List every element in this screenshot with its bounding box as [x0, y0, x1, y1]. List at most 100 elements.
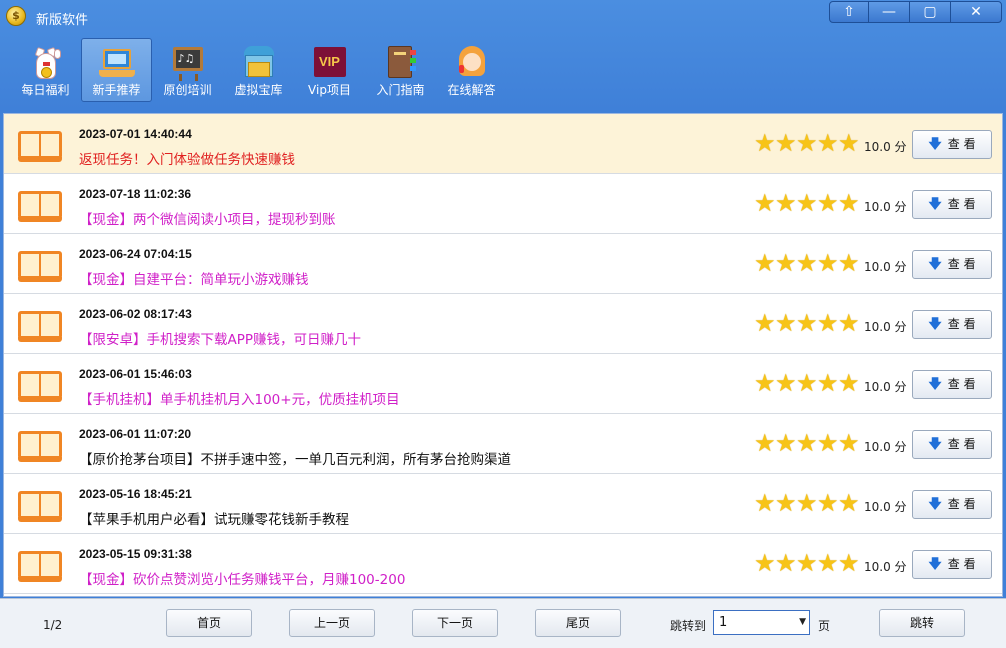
- item-score: 10.0 分: [864, 200, 907, 214]
- star-icon: ★: [838, 249, 860, 277]
- star-icon: ★: [775, 129, 797, 157]
- view-button[interactable]: 🡇 查 看: [912, 250, 992, 279]
- view-button-label: 查 看: [947, 317, 976, 331]
- download-arrow-icon: 🡇: [928, 377, 942, 392]
- view-button[interactable]: 🡇 查 看: [912, 490, 992, 519]
- list-item[interactable]: 2023-07-18 11:02:36 【现金】两个微信阅读小项目，提现秒到账 ★ ★…: [4, 174, 1002, 234]
- item-score: 10.0 分: [864, 380, 907, 394]
- item-title[interactable]: 【现金】自建平台：简单玩小游戏赚钱: [79, 268, 309, 288]
- star-icon: ★: [796, 309, 818, 337]
- next-page-button[interactable]: 下一页: [412, 609, 498, 637]
- jump-label: 跳转到: [670, 619, 707, 633]
- app-logo-icon: $: [6, 6, 26, 26]
- customer-service-icon: [453, 43, 491, 81]
- item-title[interactable]: 【原价抢茅台项目】不拼手速中签，一单几百元利润，所有茅台抢购渠道: [79, 448, 511, 468]
- view-button-label: 查 看: [947, 377, 976, 391]
- download-arrow-icon: 🡇: [928, 317, 942, 332]
- star-icon: ★: [796, 249, 818, 277]
- star-icon: ★: [775, 369, 797, 397]
- rating-stars: ★ ★ ★ ★ ★: [754, 309, 860, 337]
- list-item[interactable]: 2023-07-01 14:40:44 返现任务！入门体验做任务快速赚钱 ★ ★ ★ ★ ★…: [4, 114, 1002, 174]
- open-book-icon: [18, 428, 64, 464]
- item-date: 2023-05-15 09:31:38: [79, 547, 192, 561]
- blackboard-icon: [169, 43, 207, 81]
- view-button[interactable]: 🡇 查 看: [912, 190, 992, 219]
- star-icon: ★: [817, 489, 839, 517]
- item-title[interactable]: 【限安卓】手机搜索下载APP赚钱，可日赚几十: [79, 328, 361, 348]
- star-icon: ★: [838, 309, 860, 337]
- tab-label: 原创培训: [163, 83, 212, 97]
- download-arrow-icon: 🡇: [928, 437, 942, 452]
- star-icon: ★: [754, 489, 776, 517]
- star-icon: ★: [838, 369, 860, 397]
- star-icon: ★: [754, 129, 776, 157]
- star-icon: ★: [754, 249, 776, 277]
- maximize-button[interactable]: ▢: [909, 1, 951, 23]
- prev-page-button[interactable]: 上一页: [289, 609, 375, 637]
- item-date: 2023-05-16 18:45:21: [79, 487, 192, 501]
- books-icon: [382, 43, 420, 81]
- list-item[interactable]: 2023-06-01 15:46:03 【手机挂机】单手机挂机月入100+元，优质…: [4, 354, 1002, 414]
- open-book-icon: [18, 488, 64, 524]
- first-page-button[interactable]: 首页: [166, 609, 252, 637]
- item-title[interactable]: 返现任务！入门体验做任务快速赚钱: [79, 148, 295, 168]
- list-item[interactable]: 2023-05-16 18:45:21 【苹果手机用户必看】试玩赚零花钱新手教程 ★…: [4, 474, 1002, 534]
- star-icon: ★: [775, 189, 797, 217]
- tab-vip-projects[interactable]: VIP Vip项目: [294, 38, 365, 102]
- tab-label: 入门指南: [376, 83, 425, 97]
- item-score: 10.0 分: [864, 260, 907, 274]
- item-date: 2023-06-24 07:04:15: [79, 247, 192, 261]
- item-score: 10.0 分: [864, 440, 907, 454]
- rating-stars: ★ ★ ★ ★ ★: [754, 129, 860, 157]
- item-title[interactable]: 【苹果手机用户必看】试玩赚零花钱新手教程: [79, 508, 349, 528]
- open-book-icon: [18, 248, 64, 284]
- item-title[interactable]: 【手机挂机】单手机挂机月入100+元，优质挂机项目: [79, 388, 400, 408]
- vip-icon: VIP: [311, 43, 349, 81]
- item-title[interactable]: 【现金】砍价点赞浏览小任务赚钱平台，月赚100-200: [79, 568, 405, 588]
- main-toolbar: 每日福利 新手推荐 原创培训 虚拟宝库 VIP Vip项目: [10, 38, 507, 104]
- open-book-icon: [18, 308, 64, 344]
- pagination-bar: 1/2 首页 上一页 下一页 尾页 跳转到 1 ▼ 页 跳转: [0, 598, 1006, 648]
- vip-badge-text: VIP: [313, 47, 346, 77]
- pin-button[interactable]: ⇧: [829, 1, 869, 23]
- jump-page-value: 1: [719, 615, 728, 630]
- close-button[interactable]: ✕: [950, 1, 1002, 23]
- jump-page-select[interactable]: 1 ▼: [713, 610, 810, 635]
- view-button[interactable]: 🡇 查 看: [912, 430, 992, 459]
- view-button[interactable]: 🡇 查 看: [912, 310, 992, 339]
- star-icon: ★: [817, 309, 839, 337]
- tab-daily-welfare[interactable]: 每日福利: [10, 38, 81, 102]
- star-icon: ★: [838, 489, 860, 517]
- rating-stars: ★ ★ ★ ★ ★: [754, 249, 860, 277]
- star-icon: ★: [796, 429, 818, 457]
- tab-label: 虚拟宝库: [234, 83, 283, 97]
- rating-stars: ★ ★ ★ ★ ★: [754, 549, 860, 577]
- list-item[interactable]: 2023-06-01 11:07:20 【原价抢茅台项目】不拼手速中签，一单几百元…: [4, 414, 1002, 474]
- item-date: 2023-07-18 11:02:36: [79, 187, 192, 201]
- view-button-label: 查 看: [947, 197, 976, 211]
- list-item[interactable]: 2023-06-02 08:17:43 【限安卓】手机搜索下载APP赚钱，可日赚几…: [4, 294, 1002, 354]
- chevron-down-icon[interactable]: ▼: [799, 611, 806, 634]
- tab-original-training[interactable]: 原创培训: [152, 38, 223, 102]
- tab-virtual-treasury[interactable]: 虚拟宝库: [223, 38, 294, 102]
- list-item[interactable]: 2023-05-15 09:31:38 【现金】砍价点赞浏览小任务赚钱平台，月赚1…: [4, 534, 1002, 594]
- view-button-label: 查 看: [947, 437, 976, 451]
- view-button[interactable]: 🡇 查 看: [912, 550, 992, 579]
- last-page-button[interactable]: 尾页: [535, 609, 621, 637]
- jump-button[interactable]: 跳转: [879, 609, 965, 637]
- list-item[interactable]: 2023-06-24 07:04:15 【现金】自建平台：简单玩小游戏赚钱 ★ ★ ★ ★…: [4, 234, 1002, 294]
- view-button[interactable]: 🡇 查 看: [912, 130, 992, 159]
- tab-getting-started[interactable]: 入门指南: [365, 38, 436, 102]
- view-button[interactable]: 🡇 查 看: [912, 370, 992, 399]
- star-icon: ★: [838, 549, 860, 577]
- page-indicator: 1/2: [43, 618, 63, 632]
- item-date: 2023-06-02 08:17:43: [79, 307, 192, 321]
- star-icon: ★: [817, 189, 839, 217]
- minimize-button[interactable]: —: [868, 1, 910, 23]
- warehouse-icon: [240, 43, 278, 81]
- item-score: 10.0 分: [864, 320, 907, 334]
- view-button-label: 查 看: [947, 557, 976, 571]
- tab-online-support[interactable]: 在线解答: [436, 38, 507, 102]
- item-title[interactable]: 【现金】两个微信阅读小项目，提现秒到账: [79, 208, 336, 228]
- tab-newbie-recommend[interactable]: 新手推荐: [81, 38, 152, 102]
